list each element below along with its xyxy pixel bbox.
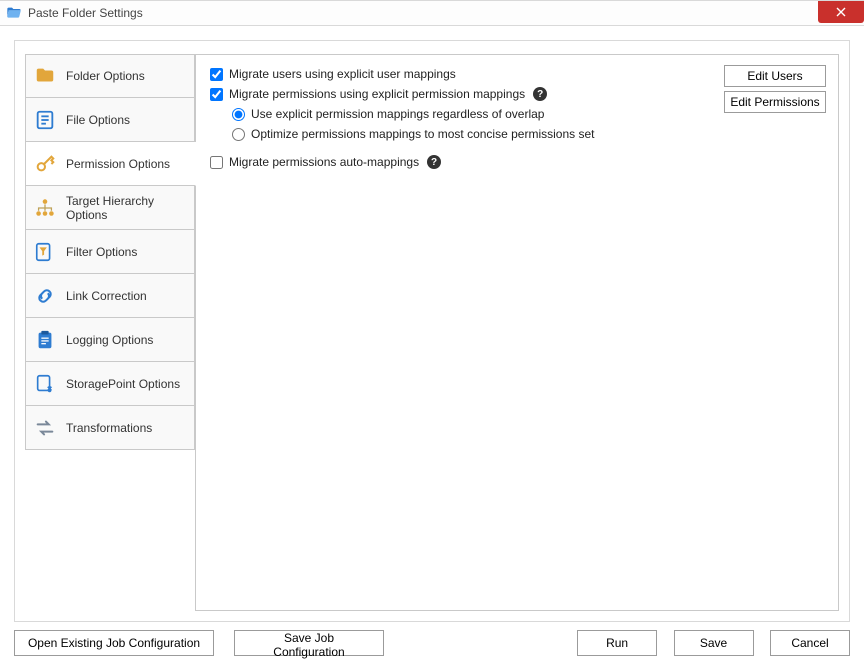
window-title: Paste Folder Settings (28, 6, 143, 20)
sidebar-item-label: Transformations (66, 421, 152, 435)
sidebar-item-label: Permission Options (66, 157, 170, 171)
sidebar-item-label: Filter Options (66, 245, 137, 259)
sidebar-item-target-hierarchy[interactable]: Target Hierarchy Options (25, 186, 195, 230)
filter-icon (34, 241, 56, 263)
save-config-button[interactable]: Save Job Configuration (234, 630, 384, 656)
help-icon[interactable]: ? (533, 87, 547, 101)
content-frame: Folder Options File Options Permission O… (14, 40, 850, 622)
edit-button-group: Edit Users Edit Permissions (724, 65, 826, 117)
migrate-users-checkbox[interactable] (210, 68, 223, 81)
sidebar-item-label: Target Hierarchy Options (66, 194, 194, 222)
optimize-label: Optimize permissions mappings to most co… (251, 127, 594, 141)
optimize-radio[interactable] (232, 128, 245, 141)
sidebar-item-logging-options[interactable]: Logging Options (25, 318, 195, 362)
use-explicit-label: Use explicit permission mappings regardl… (251, 107, 544, 121)
link-icon (34, 285, 56, 307)
migrate-permissions-label: Migrate permissions using explicit permi… (229, 87, 525, 101)
close-icon (836, 7, 846, 17)
sidebar: Folder Options File Options Permission O… (25, 54, 195, 450)
run-button[interactable]: Run (577, 630, 657, 656)
footer-right-group: Run Save Cancel (565, 630, 850, 656)
key-icon (34, 153, 56, 175)
migrate-auto-label: Migrate permissions auto-mappings (229, 155, 419, 169)
folder-icon (34, 65, 56, 87)
sidebar-item-link-correction[interactable]: Link Correction (25, 274, 195, 318)
title-bar: Paste Folder Settings (0, 0, 864, 26)
transform-icon (34, 417, 56, 439)
sidebar-item-storagepoint-options[interactable]: StoragePoint Options (25, 362, 195, 406)
migrate-auto-checkbox[interactable] (210, 156, 223, 169)
file-icon (34, 109, 56, 131)
main-panel: Edit Users Edit Permissions Migrate user… (195, 54, 839, 611)
footer-bar: Open Existing Job Configuration Save Job… (14, 628, 850, 658)
edit-users-button[interactable]: Edit Users (724, 65, 826, 87)
radio-optimize-row: Optimize permissions mappings to most co… (232, 127, 824, 141)
close-button[interactable] (818, 1, 864, 23)
sidebar-item-label: File Options (66, 113, 130, 127)
migrate-permissions-checkbox[interactable] (210, 88, 223, 101)
sidebar-item-label: Folder Options (66, 69, 145, 83)
clipboard-icon (34, 329, 56, 351)
sidebar-item-label: Logging Options (66, 333, 153, 347)
hierarchy-icon (34, 197, 56, 219)
sidebar-item-filter-options[interactable]: Filter Options (25, 230, 195, 274)
help-icon[interactable]: ? (427, 155, 441, 169)
storage-icon (34, 373, 56, 395)
sidebar-item-folder-options[interactable]: Folder Options (25, 54, 195, 98)
save-button[interactable]: Save (674, 630, 754, 656)
edit-permissions-button[interactable]: Edit Permissions (724, 91, 826, 113)
open-config-button[interactable]: Open Existing Job Configuration (14, 630, 214, 656)
folder-open-icon (6, 5, 22, 21)
cancel-button[interactable]: Cancel (770, 630, 850, 656)
sidebar-item-transformations[interactable]: Transformations (25, 406, 195, 450)
migrate-users-label: Migrate users using explicit user mappin… (229, 67, 456, 81)
migrate-auto-row: Migrate permissions auto-mappings ? (210, 155, 824, 169)
sidebar-item-label: StoragePoint Options (66, 377, 180, 391)
sidebar-item-permission-options[interactable]: Permission Options (25, 142, 196, 186)
sidebar-item-label: Link Correction (66, 289, 147, 303)
sidebar-item-file-options[interactable]: File Options (25, 98, 195, 142)
use-explicit-radio[interactable] (232, 108, 245, 121)
